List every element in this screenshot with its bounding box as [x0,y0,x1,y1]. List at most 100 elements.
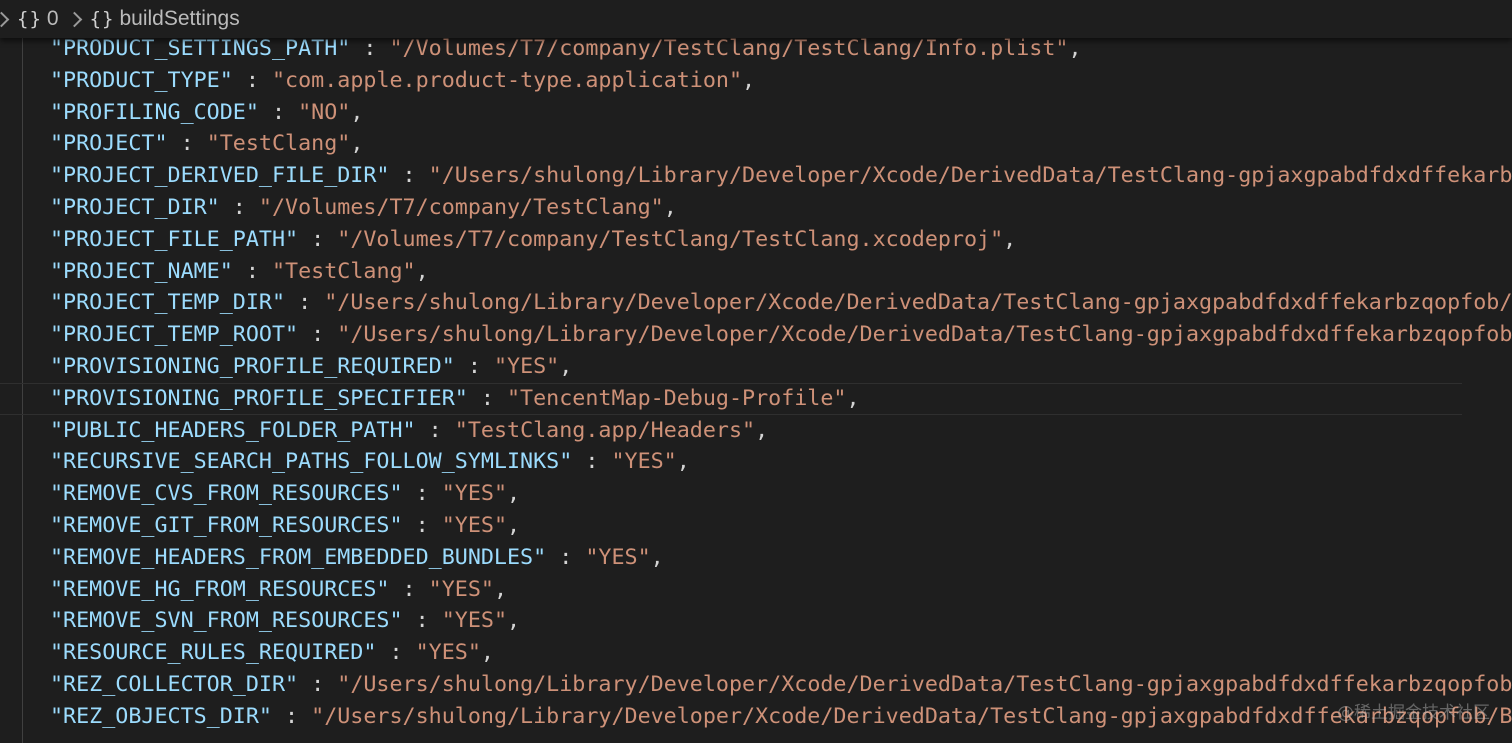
trailing-comma: , [350,99,364,125]
code-line[interactable]: "PROJECT_TEMP_DIR" : "/Users/shulong/Lib… [50,287,1512,319]
json-key: "PROJECT_DIR" [50,195,220,220]
json-key: "PRODUCT_TYPE" [50,67,233,93]
breadcrumb: {} 0 {} buildSettings [0,0,1512,38]
json-value: "YES" [585,544,651,570]
json-key: "REMOVE_CVS_FROM_RESOURCES" [50,481,403,507]
code-area[interactable]: "PRODUCT_SETTINGS_PATH" : "/Volumes/T7/c… [0,0,1512,743]
code-line[interactable]: "REZ_OBJECTS_DIR" : "/Users/shulong/Libr… [50,701,1512,733]
code-line[interactable]: "REMOVE_GIT_FROM_RESOURCES" : "YES", [50,510,520,542]
code-line[interactable]: "RESOURCE_RULES_REQUIRED" : "YES", [50,637,494,669]
trailing-comma: , [663,195,677,220]
json-value: "/Users/shulong/Library/Developer/Xcode/… [337,672,1512,697]
trailing-comma: , [1068,36,1082,61]
breadcrumb-item-buildsettings[interactable]: {} buildSettings [90,7,240,31]
json-value: "/Users/shulong/Library/Developer/Xcode/… [311,703,1512,729]
json-value: "/Volumes/T7/company/TestClang/TestClang… [389,36,1069,61]
colon-separator: : [389,163,429,189]
trailing-comma: , [493,576,508,602]
json-key: "RESOURCE_RULES_REQUIRED" [50,640,377,666]
colon-separator: : [298,322,338,348]
json-key: "REMOVE_HEADERS_FROM_EMBEDDED_BUNDLES" [50,544,547,570]
code-line[interactable]: "REMOVE_HG_FROM_RESOURCES" : "YES", [50,574,507,606]
trailing-comma: , [507,513,521,538]
colon-separator: : [454,354,494,379]
chevron-right-icon [0,11,10,27]
json-key: "REMOVE_HG_FROM_RESOURCES" [50,576,390,602]
trailing-comma: , [650,544,664,570]
trailing-comma: , [507,481,521,507]
json-key: "PROJECT_NAME" [50,258,233,284]
json-value: "YES" [441,481,508,507]
trailing-comma: , [755,417,769,443]
json-value: "/Volumes/T7/company/TestClang/TestClang… [337,226,1004,252]
json-value: "TencentMap-Debug-Profile" [507,385,847,411]
json-key: "PROJECT_DERIVED_FILE_DIR" [50,163,390,189]
colon-separator: : [219,195,259,220]
colon-separator: : [572,449,612,475]
code-line[interactable]: "PROVISIONING_PROFILE_REQUIRED" : "YES", [50,351,572,383]
code-line[interactable]: "REMOVE_SVN_FROM_RESOURCES" : "YES", [50,605,520,637]
trailing-comma: , [507,608,521,634]
breadcrumb-item-0[interactable]: {} 0 [17,7,59,31]
trailing-comma: , [415,258,429,284]
json-value: "YES" [428,576,494,602]
colon-separator: : [258,99,299,125]
code-line[interactable]: "RECURSIVE_SEARCH_PATHS_FOLLOW_SYMLINKS"… [50,446,690,478]
json-value: "/Users/shulong/Library/Developer/Xcode/… [337,322,1512,348]
breadcrumb-label: 0 [46,7,59,30]
colon-separator: : [402,608,442,634]
colon-separator: : [232,67,272,93]
colon-separator: : [467,385,507,411]
json-value: "/Volumes/T7/company/TestClang" [258,195,664,220]
code-line[interactable]: "PRODUCT_TYPE" : "com.apple.product-type… [50,65,755,97]
code-line[interactable]: "PROJECT_DIR" : "/Volumes/T7/company/Tes… [50,192,677,224]
code-line[interactable]: "PROVISIONING_PROFILE_SPECIFIER" : "Tenc… [0,382,1462,415]
code-line[interactable]: "PROJECT" : "TestClang", [50,128,363,160]
code-line[interactable]: "PROJECT_FILE_PATH" : "/Volumes/T7/compa… [50,224,1016,256]
colon-separator: : [402,481,442,507]
json-key: "REZ_COLLECTOR_DIR" [50,672,299,697]
trailing-comma: , [480,640,494,666]
json-value: "TestClang" [206,131,351,157]
braces-icon: {} [89,8,115,30]
code-line[interactable]: "PUBLIC_HEADERS_FOLDER_PATH" : "TestClan… [50,415,768,447]
code-line[interactable]: "PROFILING_CODE" : "NO", [50,97,363,129]
json-value: "YES" [441,513,508,538]
colon-separator: : [546,544,586,570]
code-line[interactable]: "PROJECT_NAME" : "TestClang", [50,256,429,288]
json-key: "PROJECT" [50,131,168,157]
colon-separator: : [350,36,390,61]
json-value: "com.apple.product-type.application" [271,67,743,93]
json-value: "/Users/shulong/Library/Developer/Xcode/… [428,163,1512,189]
colon-separator: : [402,513,442,538]
code-line[interactable]: "REMOVE_HEADERS_FROM_EMBEDDED_BUNDLES" :… [50,542,664,574]
code-line[interactable]: "PROJECT_DERIVED_FILE_DIR" : "/Users/shu… [50,160,1512,192]
json-value: "TestClang.app/Headers" [454,417,756,443]
code-line[interactable]: "REZ_COLLECTOR_DIR" : "/Users/shulong/Li… [50,669,1512,701]
watermark: @稀土掘金技术社区 [1337,703,1490,723]
editor[interactable]: {} 0 {} buildSettings "PRODUCT_SETTINGS_… [0,0,1512,743]
colon-separator: : [167,131,207,157]
colon-separator: : [298,226,338,252]
colon-separator: : [298,672,338,697]
code-line[interactable]: "PROJECT_TEMP_ROOT" : "/Users/shulong/Li… [50,319,1512,351]
colon-separator: : [415,417,455,443]
chevron-right-icon [66,11,82,27]
json-value: "YES" [611,449,677,475]
json-value: "YES" [415,640,481,666]
json-value: "/Users/shulong/Library/Developer/Xcode/… [324,290,1512,316]
json-value: "NO" [298,99,351,125]
json-key: "REZ_OBJECTS_DIR" [50,703,272,729]
colon-separator: : [232,258,272,284]
json-key: "PROJECT_TEMP_DIR" [50,290,286,316]
trailing-comma: , [676,449,690,475]
json-key: "PROVISIONING_PROFILE_REQUIRED" [50,354,455,379]
json-key: "PUBLIC_HEADERS_FOLDER_PATH" [50,417,416,443]
json-value: "YES" [441,608,508,634]
trailing-comma: , [1003,226,1017,252]
json-key: "PROVISIONING_PROFILE_SPECIFIER" [50,385,468,411]
trailing-comma: , [846,385,860,411]
colon-separator: : [376,640,416,666]
json-value: "TestClang" [271,258,416,284]
code-line[interactable]: "REMOVE_CVS_FROM_RESOURCES" : "YES", [50,478,520,510]
